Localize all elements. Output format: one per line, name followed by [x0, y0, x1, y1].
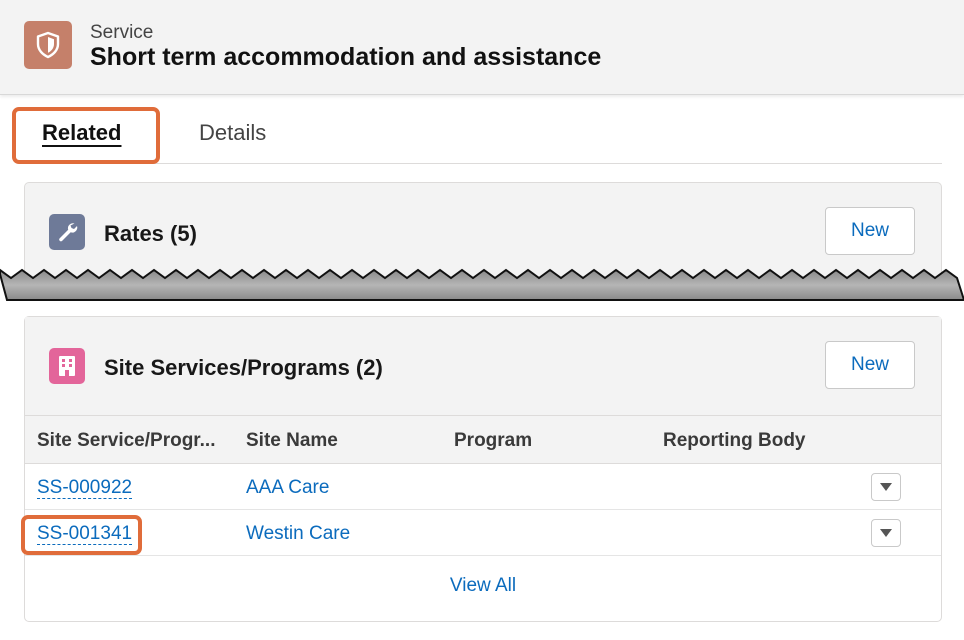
- table-row: SS-000922 AAA Care: [25, 464, 941, 510]
- chevron-down-icon: [880, 483, 892, 491]
- rates-new-button[interactable]: New: [825, 207, 915, 255]
- site-name-link[interactable]: Westin Care: [246, 523, 350, 545]
- column-header-site-service[interactable]: Site Service/Progr...: [37, 430, 215, 452]
- rates-title: Rates (5): [104, 221, 197, 246]
- highlight-box-related-tab: [12, 107, 160, 164]
- table-header: Site Service/Progr... Site Name Program …: [25, 415, 941, 464]
- site-service-id-link[interactable]: SS-000922: [37, 477, 133, 499]
- record-title: Short term accommodation and assistance: [90, 43, 602, 71]
- row-actions-button[interactable]: [871, 519, 901, 547]
- highlight-box-ss-001341: [21, 515, 142, 555]
- chevron-down-icon: [880, 529, 892, 537]
- shield-icon: [24, 21, 72, 69]
- wrench-icon: [49, 214, 85, 250]
- object-type-label: Service: [90, 22, 154, 43]
- column-header-program[interactable]: Program: [454, 430, 532, 452]
- site-services-title: Site Services/Programs (2): [104, 355, 383, 380]
- view-all-link[interactable]: View All: [25, 575, 941, 597]
- column-header-site-name[interactable]: Site Name: [246, 430, 338, 452]
- column-header-reporting-body[interactable]: Reporting Body: [663, 430, 806, 452]
- record-tabs: Related Details: [24, 108, 942, 164]
- section-break: [0, 268, 964, 301]
- table-row: SS-001341 Westin Care: [25, 510, 941, 556]
- site-name-link[interactable]: AAA Care: [246, 477, 329, 499]
- tab-details[interactable]: Details: [199, 120, 266, 146]
- record-page: Service Short term accommodation and ass…: [0, 0, 964, 640]
- record-header: Service Short term accommodation and ass…: [0, 0, 964, 95]
- site-services-related-list: Site Services/Programs (2) New Site Serv…: [24, 316, 942, 622]
- site-services-new-button[interactable]: New: [825, 341, 915, 389]
- row-actions-button[interactable]: [871, 473, 901, 501]
- building-icon: [49, 348, 85, 384]
- site-services-card-header: Site Services/Programs (2) New: [25, 317, 941, 415]
